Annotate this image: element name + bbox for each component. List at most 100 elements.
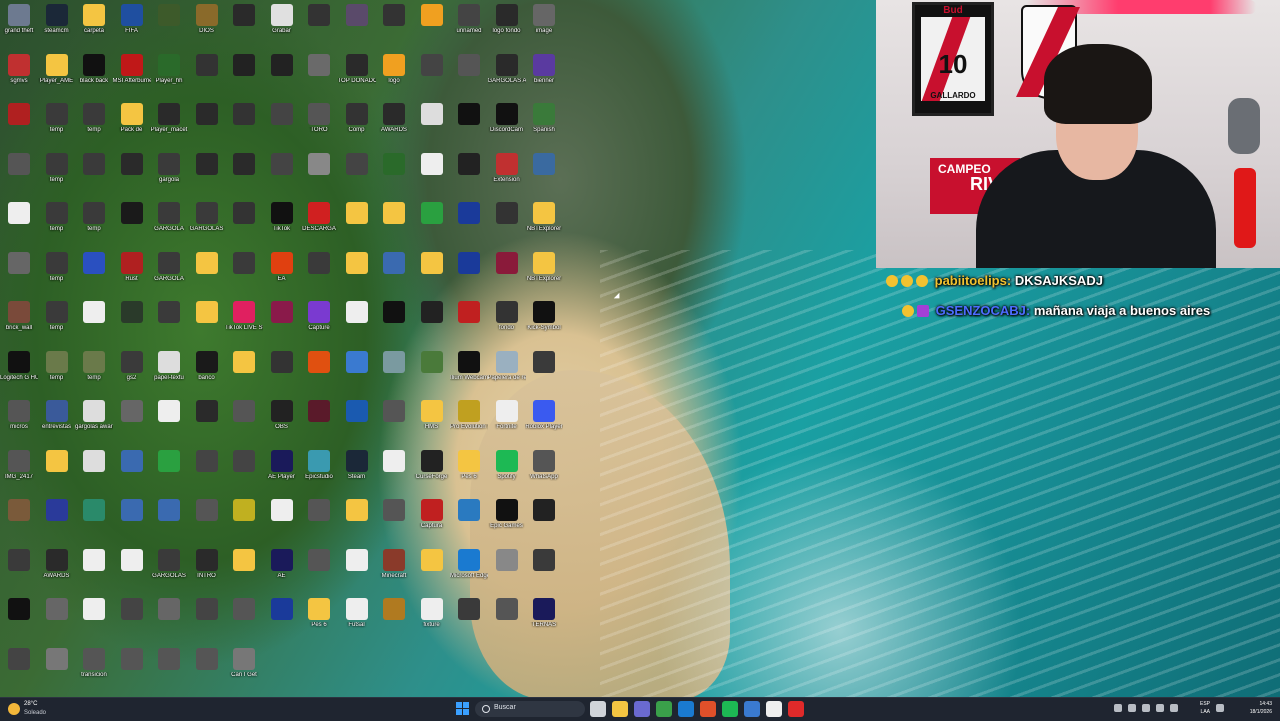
desktop-icon[interactable]	[450, 596, 488, 644]
desktop-icon[interactable]	[263, 349, 301, 397]
desktop-icon[interactable]	[225, 200, 263, 248]
desktop-icon[interactable]	[188, 151, 226, 199]
desktop-icon[interactable]	[413, 101, 451, 149]
desktop-icon[interactable]	[413, 299, 451, 347]
desktop-icon[interactable]: temp	[38, 349, 76, 397]
desktop-icon[interactable]	[488, 200, 526, 248]
desktop-icon[interactable]: DIOS	[188, 2, 226, 50]
desktop-icon[interactable]	[225, 448, 263, 496]
desktop-icon[interactable]: transicion	[75, 646, 113, 694]
desktop-icon[interactable]	[188, 398, 226, 446]
desktop-icon[interactable]	[338, 497, 376, 545]
desktop-icon[interactable]: Papelera de reciclaje	[488, 349, 526, 397]
desktop-icon[interactable]	[300, 250, 338, 298]
desktop-icon[interactable]	[338, 250, 376, 298]
desktop-icon[interactable]: NBTExplorer	[525, 250, 563, 298]
desktop-icon[interactable]	[338, 398, 376, 446]
desktop-icon[interactable]: entrevistas	[38, 398, 76, 446]
desktop-icon[interactable]: temp	[75, 101, 113, 149]
clock-time[interactable]: 14:43	[1232, 701, 1272, 707]
desktop-icon[interactable]	[75, 547, 113, 595]
desktop-icon[interactable]	[75, 299, 113, 347]
desktop-icon[interactable]	[300, 398, 338, 446]
desktop-icon[interactable]	[188, 299, 226, 347]
language-layout[interactable]: LAA	[1201, 709, 1210, 715]
desktop-icon[interactable]: banco	[188, 349, 226, 397]
desktop-icon[interactable]: Can I Get	[225, 646, 263, 694]
desktop-icon[interactable]: AE	[263, 547, 301, 595]
desktop-icon[interactable]: gargola	[150, 151, 188, 199]
desktop-icon[interactable]: carpeta	[75, 2, 113, 50]
desktop-icon[interactable]	[0, 250, 38, 298]
desktop-icon[interactable]	[75, 596, 113, 644]
desktop-icon[interactable]	[225, 547, 263, 595]
desktop-icon[interactable]: TikTok	[263, 200, 301, 248]
desktop-icon[interactable]	[263, 101, 301, 149]
desktop-icon[interactable]: Futsal	[338, 596, 376, 644]
desktop-icon[interactable]	[113, 200, 151, 248]
desktop-icon[interactable]	[263, 299, 301, 347]
desktop-icon[interactable]	[188, 101, 226, 149]
desktop-icon[interactable]: Pes 6	[450, 448, 488, 496]
desktop-icon[interactable]	[375, 151, 413, 199]
desktop-icon[interactable]: AE Player	[263, 448, 301, 496]
desktop-icon[interactable]: logo	[375, 52, 413, 100]
desktop-icon[interactable]	[450, 299, 488, 347]
desktop-icon[interactable]	[188, 448, 226, 496]
desktop-icon[interactable]: logo fondo	[488, 2, 526, 50]
desktop-icon[interactable]	[413, 52, 451, 100]
desktop-icon[interactable]: Microsoft Edge	[450, 547, 488, 595]
desktop-icon[interactable]: Extension	[488, 151, 526, 199]
desktop-icon[interactable]	[225, 2, 263, 50]
wifi-icon[interactable]	[1216, 704, 1224, 712]
desktop-icon[interactable]: AWARDS	[38, 547, 76, 595]
desktop-icon[interactable]	[150, 2, 188, 50]
desktop-icon[interactable]	[113, 497, 151, 545]
task-view-icon[interactable]	[590, 701, 606, 717]
desktop-icon[interactable]	[113, 398, 151, 446]
desktop-icon[interactable]	[263, 497, 301, 545]
desktop-icon[interactable]	[75, 151, 113, 199]
desktop-icon[interactable]: gargolas awards	[75, 398, 113, 446]
desktop-icon[interactable]: WhatsApp	[525, 448, 563, 496]
desktop-icon[interactable]	[225, 398, 263, 446]
desktop-icon[interactable]: Player_hh	[150, 52, 188, 100]
desktop-icon[interactable]: temp	[38, 101, 76, 149]
chevron-up-icon[interactable]	[1114, 704, 1122, 712]
desktop-icon[interactable]: brick_wall	[0, 299, 38, 347]
search-box[interactable]: Buscar	[475, 701, 585, 717]
desktop-icon[interactable]	[150, 596, 188, 644]
desktop-icon[interactable]	[413, 2, 451, 50]
desktop-icon[interactable]: CurseForge	[413, 448, 451, 496]
desktop-icon[interactable]: TikTok LIVE Studio	[225, 299, 263, 347]
desktop-icon[interactable]: FIFA	[113, 2, 151, 50]
capcut-icon[interactable]	[766, 701, 782, 717]
desktop-icon[interactable]: Logitech G HUB	[0, 349, 38, 397]
desktop-icon[interactable]	[0, 101, 38, 149]
clock-date[interactable]: 18/1/2026	[1232, 709, 1272, 715]
battery-icon[interactable]	[1156, 704, 1164, 712]
desktop-icon[interactable]: OBS	[263, 398, 301, 446]
desktop-icon[interactable]	[150, 398, 188, 446]
desktop-icon[interactable]: GARGOLAS	[150, 547, 188, 595]
desktop-icon[interactable]	[525, 349, 563, 397]
desktop-icon[interactable]: INTRO	[188, 547, 226, 595]
desktop-icon[interactable]: Roblox Player	[525, 398, 563, 446]
desktop-icon[interactable]	[300, 547, 338, 595]
desktop-icon[interactable]: Comp	[338, 101, 376, 149]
desktop-icon[interactable]	[375, 448, 413, 496]
obs-icon[interactable]	[788, 701, 804, 717]
desktop-icon[interactable]	[450, 151, 488, 199]
desktop-icon[interactable]	[38, 646, 76, 694]
desktop-icon[interactable]: GARGOLA	[150, 200, 188, 248]
desktop-icon[interactable]: fixture	[413, 596, 451, 644]
desktop-icon[interactable]	[450, 497, 488, 545]
desktop-icon[interactable]	[188, 52, 226, 100]
desktop-icon[interactable]: Spotify	[488, 448, 526, 496]
desktop-icon[interactable]: NBTExplorer	[525, 200, 563, 248]
desktop-icon[interactable]	[338, 151, 376, 199]
desktop-icon[interactable]: AWARDS	[375, 101, 413, 149]
desktop-icon[interactable]	[263, 151, 301, 199]
desktop-icon[interactable]	[188, 646, 226, 694]
spotify-icon[interactable]	[722, 701, 738, 717]
